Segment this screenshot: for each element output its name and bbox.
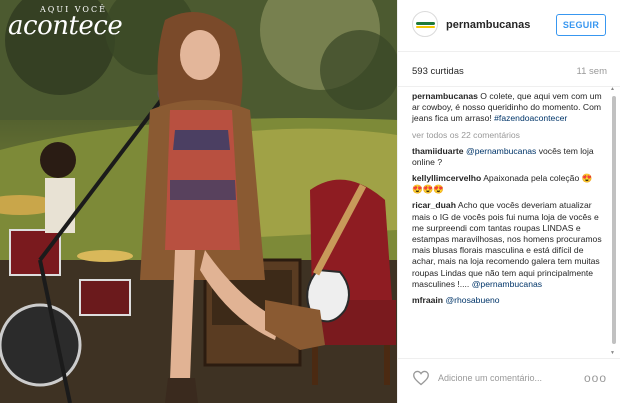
post-time[interactable]: 11 sem [577,66,607,77]
comment-username[interactable]: kellyllimcervelho [412,173,481,183]
watermark-logo-text: acontece [8,11,123,41]
comment-username[interactable]: ricar_duah [412,200,456,210]
avatar-logo-stripe-yellow [416,26,435,28]
view-all-comments-link[interactable]: ver todos os 22 comentários [412,130,602,140]
comment-username[interactable]: mfraain [412,295,443,305]
comments-scrollbar[interactable] [611,92,617,350]
list-item: mfraain @rhosabueno [412,295,602,306]
post-details-panel: pernambucanas SEGUIR 593 curtidas 11 sem… [397,0,620,403]
header-username[interactable]: pernambucanas [446,19,530,31]
caption: pernambucanas O colete, que aqui vem com… [412,91,602,125]
avatar-logo-stripe [416,22,435,25]
list-item: thamiiduarte @pernambucanas vocês tem lo… [412,146,602,168]
comment-input[interactable] [438,369,578,387]
comment-mention[interactable]: @pernambucanas [472,279,542,289]
scrollbar-thumb[interactable] [612,96,616,344]
avatar[interactable] [412,11,438,37]
comments-list: pernambucanas O colete, que aqui vem com… [412,91,602,311]
comment-text: Acho que vocês deveriam atualizar mais o… [412,200,602,289]
comment-username[interactable]: thamiiduarte [412,146,464,156]
more-options-icon[interactable]: ooo [584,371,606,385]
caption-username[interactable]: pernambucanas [412,91,478,101]
photo-illustration [0,0,397,403]
post-header: pernambucanas SEGUIR [398,0,620,52]
comments-section[interactable]: pernambucanas O colete, que aqui vem com… [398,86,620,354]
post-photo[interactable]: AQUI VOCÊ acontece [0,0,397,403]
post-stats: 593 curtidas 11 sem [412,66,607,80]
caption-hashtag[interactable]: #fazendoacontecer [494,113,567,123]
list-item: ricar_duah Acho que vocês deveriam atual… [412,200,602,290]
heart-icon[interactable] [412,370,430,386]
comment-mention[interactable]: @pernambucanas [466,146,536,156]
likes-count[interactable]: 593 curtidas [412,66,464,77]
post-footer: ooo [398,358,620,403]
brand-watermark: AQUI VOCÊ acontece [8,6,123,41]
follow-button[interactable]: SEGUIR [556,14,606,36]
scroll-down-icon[interactable]: ▼ [610,350,615,356]
comment-mention[interactable]: @rhosabueno [445,295,499,305]
list-item: kellyllimcervelho Apaixonada pela coleçã… [412,173,602,195]
